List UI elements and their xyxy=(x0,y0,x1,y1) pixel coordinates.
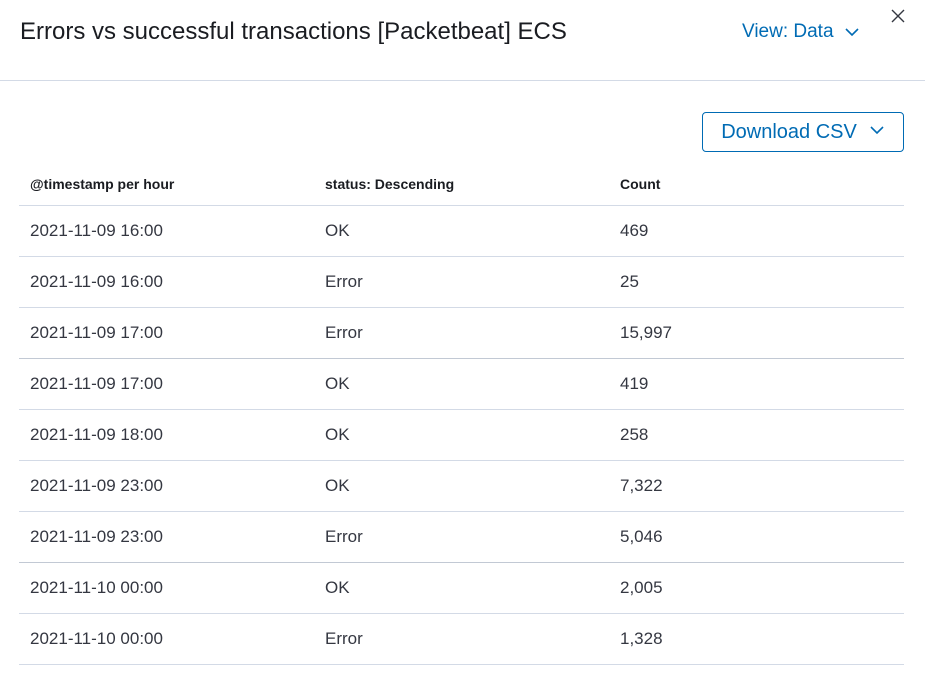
cell-count: 258 xyxy=(620,425,649,444)
flyout-header: Errors vs successful transactions [Packe… xyxy=(0,0,925,81)
cell-count: 5,046 xyxy=(620,527,663,546)
cell-count: 2,005 xyxy=(620,578,663,597)
column-header-status[interactable]: status: Descending xyxy=(325,176,454,192)
cell-count: 1,328 xyxy=(620,629,663,648)
table-row: 2021-11-09 17:00 Error 15,997 xyxy=(19,308,904,359)
chevron-down-icon xyxy=(869,121,885,144)
cell-status: Error xyxy=(325,629,363,648)
cell-status: Error xyxy=(325,323,363,342)
cell-timestamp: 2021-11-09 16:00 xyxy=(30,221,163,240)
view-data-toggle[interactable]: View: Data xyxy=(742,19,860,45)
column-header-count[interactable]: Count xyxy=(620,176,660,192)
table-row: 2021-11-10 00:00 Error 1,328 xyxy=(19,614,904,665)
cell-timestamp: 2021-11-09 16:00 xyxy=(30,272,163,291)
cell-timestamp: 2021-11-09 17:00 xyxy=(30,323,163,342)
cell-status: OK xyxy=(325,476,350,495)
table-row: 2021-11-09 16:00 OK 469 xyxy=(19,206,904,257)
cell-status: OK xyxy=(325,221,350,240)
table-row: 2021-11-10 00:00 OK 2,005 xyxy=(19,563,904,614)
download-csv-label: Download CSV xyxy=(721,120,857,143)
cell-status: OK xyxy=(325,374,350,393)
cell-timestamp: 2021-11-09 23:00 xyxy=(30,527,163,546)
flyout-title: Errors vs successful transactions [Packe… xyxy=(20,18,567,45)
cell-status: Error xyxy=(325,527,363,546)
table-row: 2021-11-09 23:00 OK 7,322 xyxy=(19,461,904,512)
cell-status: OK xyxy=(325,425,350,444)
table-row: 2021-11-09 16:00 Error 25 xyxy=(19,257,904,308)
cell-status: OK xyxy=(325,578,350,597)
close-icon xyxy=(891,9,905,28)
cell-timestamp: 2021-11-09 23:00 xyxy=(30,476,163,495)
cell-count: 25 xyxy=(620,272,639,291)
cell-count: 419 xyxy=(620,374,649,393)
view-toggle-label: View: Data xyxy=(742,21,834,42)
table-header: @timestamp per hour status: Descending C… xyxy=(19,163,904,206)
column-header-timestamp[interactable]: @timestamp per hour xyxy=(30,176,174,192)
close-button[interactable] xyxy=(888,8,908,28)
cell-timestamp: 2021-11-09 17:00 xyxy=(30,374,163,393)
chevron-down-icon xyxy=(844,24,860,40)
table-row: 2021-11-09 17:00 OK 419 xyxy=(19,359,904,410)
cell-count: 469 xyxy=(620,221,649,240)
cell-timestamp: 2021-11-09 18:00 xyxy=(30,425,163,444)
inspector-flyout: Errors vs successful transactions [Packe… xyxy=(0,0,925,681)
cell-count: 7,322 xyxy=(620,476,663,495)
cell-timestamp: 2021-11-10 00:00 xyxy=(30,629,163,648)
cell-timestamp: 2021-11-10 00:00 xyxy=(30,578,163,597)
download-csv-button[interactable]: Download CSV xyxy=(702,112,904,152)
data-table: @timestamp per hour status: Descending C… xyxy=(19,163,904,665)
cell-status: Error xyxy=(325,272,363,291)
table-row: 2021-11-09 18:00 OK 258 xyxy=(19,410,904,461)
cell-count: 15,997 xyxy=(620,323,672,342)
table-row: 2021-11-09 23:00 Error 5,046 xyxy=(19,512,904,563)
